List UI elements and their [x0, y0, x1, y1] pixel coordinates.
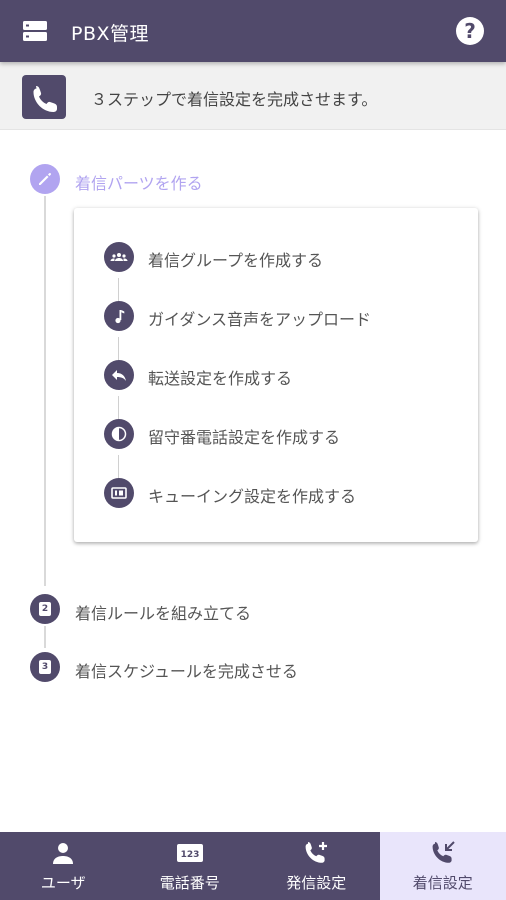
bottom-navigation: ユーザ 123 電話番号 発信設定 着信設定 — [0, 832, 506, 900]
person-icon — [50, 840, 76, 866]
step-number: 3 — [39, 660, 51, 674]
step-connector-line — [44, 626, 46, 648]
voicemail-icon — [104, 419, 134, 449]
substep-label: 着信グループを作成する — [148, 251, 324, 270]
substep-label: 転送設定を作成する — [148, 369, 293, 388]
phone-icon — [22, 75, 66, 119]
phone-outgoing-icon — [303, 840, 329, 866]
phone-incoming-icon — [430, 840, 456, 866]
tab-incoming-settings[interactable]: 着信設定 — [379, 832, 506, 900]
substep-create-forwarding[interactable]: 転送設定を作成する — [104, 360, 464, 390]
menu-icon[interactable] — [22, 18, 48, 44]
substep-upload-guidance[interactable]: ガイダンス音声をアップロード — [104, 301, 464, 331]
queue-icon — [104, 478, 134, 508]
step-connector-line — [44, 196, 46, 586]
tab-label: 電話番号 — [159, 874, 220, 892]
substeps-card: 着信グループを作成する ガイダンス音声をアップロード 転送設定を作成する 留守番… — [74, 208, 478, 542]
music-note-icon — [104, 301, 134, 331]
step-3-icon[interactable]: 3 — [30, 652, 60, 682]
substep-create-group[interactable]: 着信グループを作成する — [104, 242, 464, 272]
icon-text: 123 — [180, 850, 199, 860]
tab-label: 発信設定 — [286, 874, 347, 892]
reply-arrow-icon — [104, 360, 134, 390]
tab-users[interactable]: ユーザ — [0, 832, 127, 900]
group-icon — [104, 242, 134, 272]
substep-create-voicemail[interactable]: 留守番電話設定を作成する — [104, 419, 464, 449]
page-title: PBX管理 — [71, 23, 150, 45]
app-bar: PBX管理 ? — [0, 0, 506, 62]
step-3-label[interactable]: 着信スケジュールを完成させる — [75, 658, 298, 682]
banner-text: ３ステップで着信設定を完成させます。 — [91, 90, 378, 109]
step-1-edit-icon[interactable] — [30, 164, 60, 194]
substep-label: 留守番電話設定を作成する — [148, 428, 341, 447]
substep-label: ガイダンス音声をアップロード — [148, 310, 372, 329]
step-number: 2 — [39, 602, 51, 616]
step-2-label[interactable]: 着信ルールを組み立てる — [75, 600, 251, 624]
help-icon[interactable]: ? — [456, 17, 484, 45]
intro-banner: ３ステップで着信設定を完成させます。 — [0, 62, 506, 130]
tab-label: 着信設定 — [412, 874, 473, 892]
tab-outgoing-settings[interactable]: 発信設定 — [253, 832, 380, 900]
substep-create-queuing[interactable]: キューイング設定を作成する — [104, 478, 464, 508]
step-2-icon[interactable]: 2 — [30, 594, 60, 624]
dialpad-123-icon: 123 — [176, 840, 203, 866]
tab-phone-numbers[interactable]: 123 電話番号 — [127, 832, 254, 900]
step-1-label[interactable]: 着信パーツを作る — [75, 170, 203, 194]
substep-label: キューイング設定を作成する — [148, 487, 357, 506]
tab-label: ユーザ — [40, 874, 86, 892]
